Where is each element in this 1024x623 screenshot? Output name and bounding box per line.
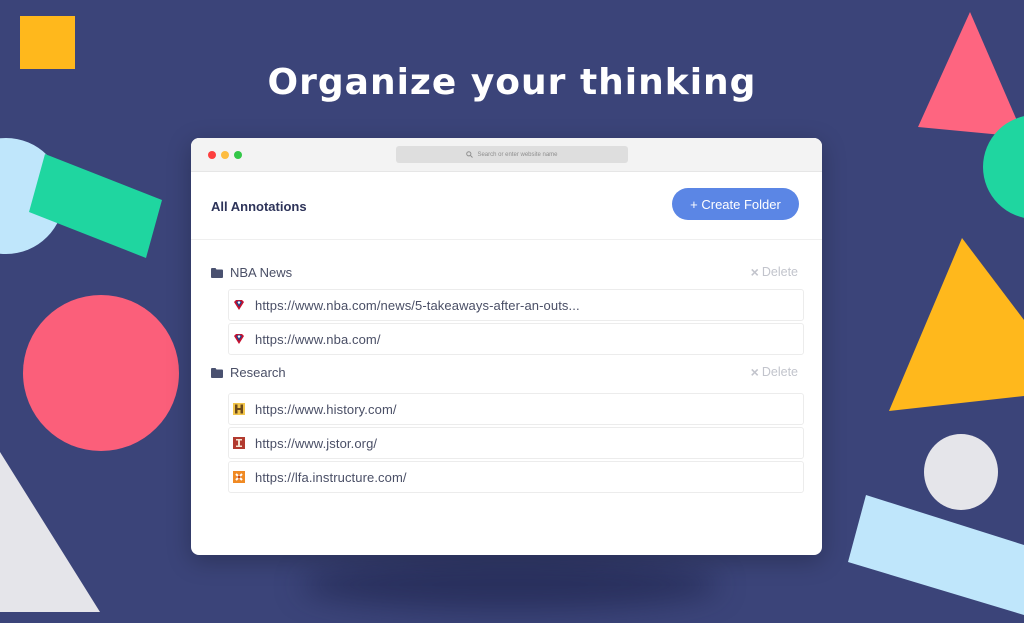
delete-label: Delete <box>761 265 798 279</box>
annotation-link-item[interactable]: https://lfa.instructure.com/ <box>228 461 804 493</box>
folder-icon <box>211 368 223 378</box>
nba-favicon-icon <box>234 300 244 310</box>
green-rectangle-shape <box>29 154 162 258</box>
folder-research: Research × Delete <box>191 362 822 384</box>
instructure-favicon-icon <box>233 471 245 483</box>
annotation-url: https://www.jstor.org/ <box>255 435 378 451</box>
annotation-link-item[interactable]: https://www.jstor.org/ <box>228 427 804 459</box>
address-placeholder: Search or enter website name <box>477 151 558 158</box>
history-favicon-icon <box>233 403 245 415</box>
annotation-url: https://lfa.instructure.com/ <box>255 469 407 485</box>
close-window-button[interactable] <box>208 151 216 159</box>
browser-titlebar: Search or enter website name <box>191 138 822 172</box>
close-icon: × <box>750 264 759 280</box>
delete-label: Delete <box>761 365 798 379</box>
folder-icon <box>211 268 223 278</box>
minimize-window-button[interactable] <box>221 151 229 159</box>
folder-header: NBA News × Delete <box>191 262 822 284</box>
folder-header: Research × Delete <box>191 362 822 384</box>
browser-window: Search or enter website name All Annotat… <box>191 138 822 555</box>
address-bar[interactable]: Search or enter website name <box>396 146 628 163</box>
create-folder-button[interactable]: + Create Folder <box>672 188 799 220</box>
annotation-url: https://www.history.com/ <box>255 401 397 417</box>
window-shadow <box>300 560 720 610</box>
nba-favicon-icon <box>234 334 244 344</box>
light-blue-bar-shape <box>848 495 1024 615</box>
annotation-link-item[interactable]: https://www.nba.com/ <box>228 323 804 355</box>
panel-header: All Annotations + Create Folder <box>191 172 822 240</box>
delete-folder-button[interactable]: × Delete <box>751 365 798 379</box>
annotation-link-item[interactable]: https://www.history.com/ <box>228 393 804 425</box>
folder-name: NBA News <box>230 265 293 280</box>
jstor-favicon-icon <box>233 437 245 449</box>
folder-nba-news: NBA News × Delete <box>191 262 822 284</box>
yellow-triangle-shape <box>889 238 1024 411</box>
pink-circle-shape <box>23 295 179 451</box>
folder-name: Research <box>230 365 286 380</box>
annotation-link-item[interactable]: https://www.nba.com/news/5-takeaways-aft… <box>228 289 804 321</box>
search-icon <box>466 151 474 158</box>
annotation-url: https://www.nba.com/news/5-takeaways-aft… <box>255 297 580 313</box>
headline: Organize your thinking <box>267 62 757 103</box>
annotation-url: https://www.nba.com/ <box>255 331 381 347</box>
delete-folder-button[interactable]: × Delete <box>751 265 798 279</box>
panel-title: All Annotations <box>211 199 307 214</box>
maximize-window-button[interactable] <box>234 151 242 159</box>
grey-ellipse-shape <box>924 434 998 510</box>
grey-triangle-shape <box>0 452 100 612</box>
close-icon: × <box>750 364 759 380</box>
